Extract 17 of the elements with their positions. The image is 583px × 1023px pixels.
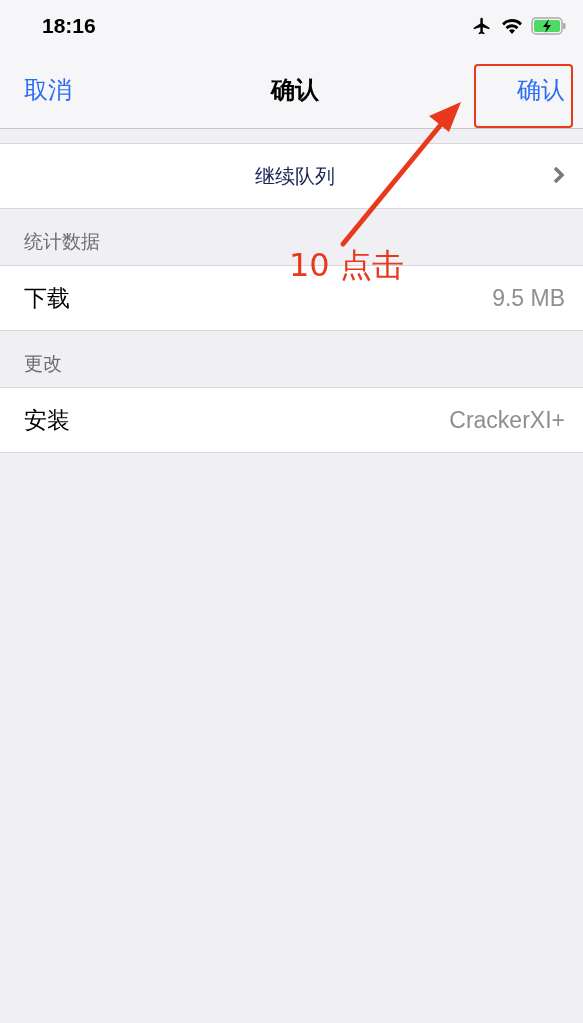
- chevron-icon: [553, 166, 565, 184]
- nav-title: 确认: [270, 75, 319, 106]
- status-time: 18:16: [42, 14, 96, 38]
- cancel-button[interactable]: 取消: [24, 74, 72, 106]
- row-label: 安装: [24, 405, 70, 435]
- row-label: 继续队列: [254, 162, 335, 190]
- annotation-label: 10 点击: [289, 245, 404, 286]
- row-value: CrackerXI+: [449, 406, 565, 434]
- section-header: 更改: [24, 351, 62, 376]
- row-value: 9.5 MB: [492, 284, 565, 312]
- wifi-icon: [501, 17, 523, 35]
- section-header: 统计数据: [24, 229, 100, 254]
- row-label: 下载: [24, 283, 70, 313]
- confirm-button[interactable]: 确认: [517, 74, 565, 106]
- airplane-icon: [471, 16, 493, 36]
- continue-queue-row[interactable]: 继续队列: [0, 143, 583, 209]
- battery-icon: [531, 17, 567, 35]
